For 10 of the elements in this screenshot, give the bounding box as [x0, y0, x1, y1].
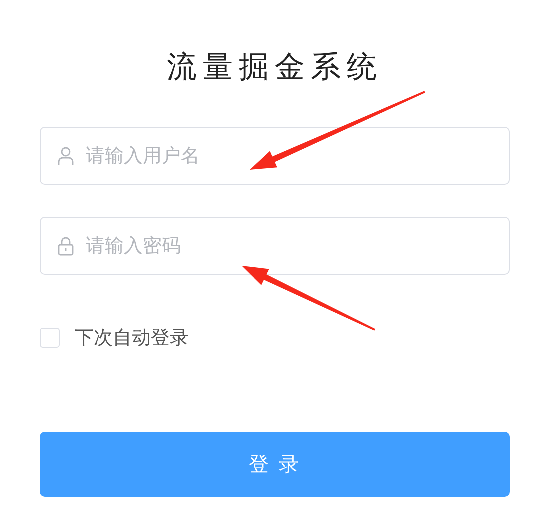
arrow-icon	[242, 266, 376, 331]
login-button[interactable]: 登 录	[40, 432, 510, 496]
app-title: 流量掘金系统	[166, 49, 384, 87]
remember-label: 下次自动登录	[75, 326, 189, 351]
arrow-icon	[250, 91, 426, 170]
password-field[interactable]: 请输入密码	[40, 217, 510, 275]
user-icon	[58, 146, 74, 166]
remember-checkbox[interactable]	[40, 328, 60, 348]
username-field[interactable]: 请输入用户名	[40, 127, 510, 185]
lock-icon	[58, 236, 74, 256]
